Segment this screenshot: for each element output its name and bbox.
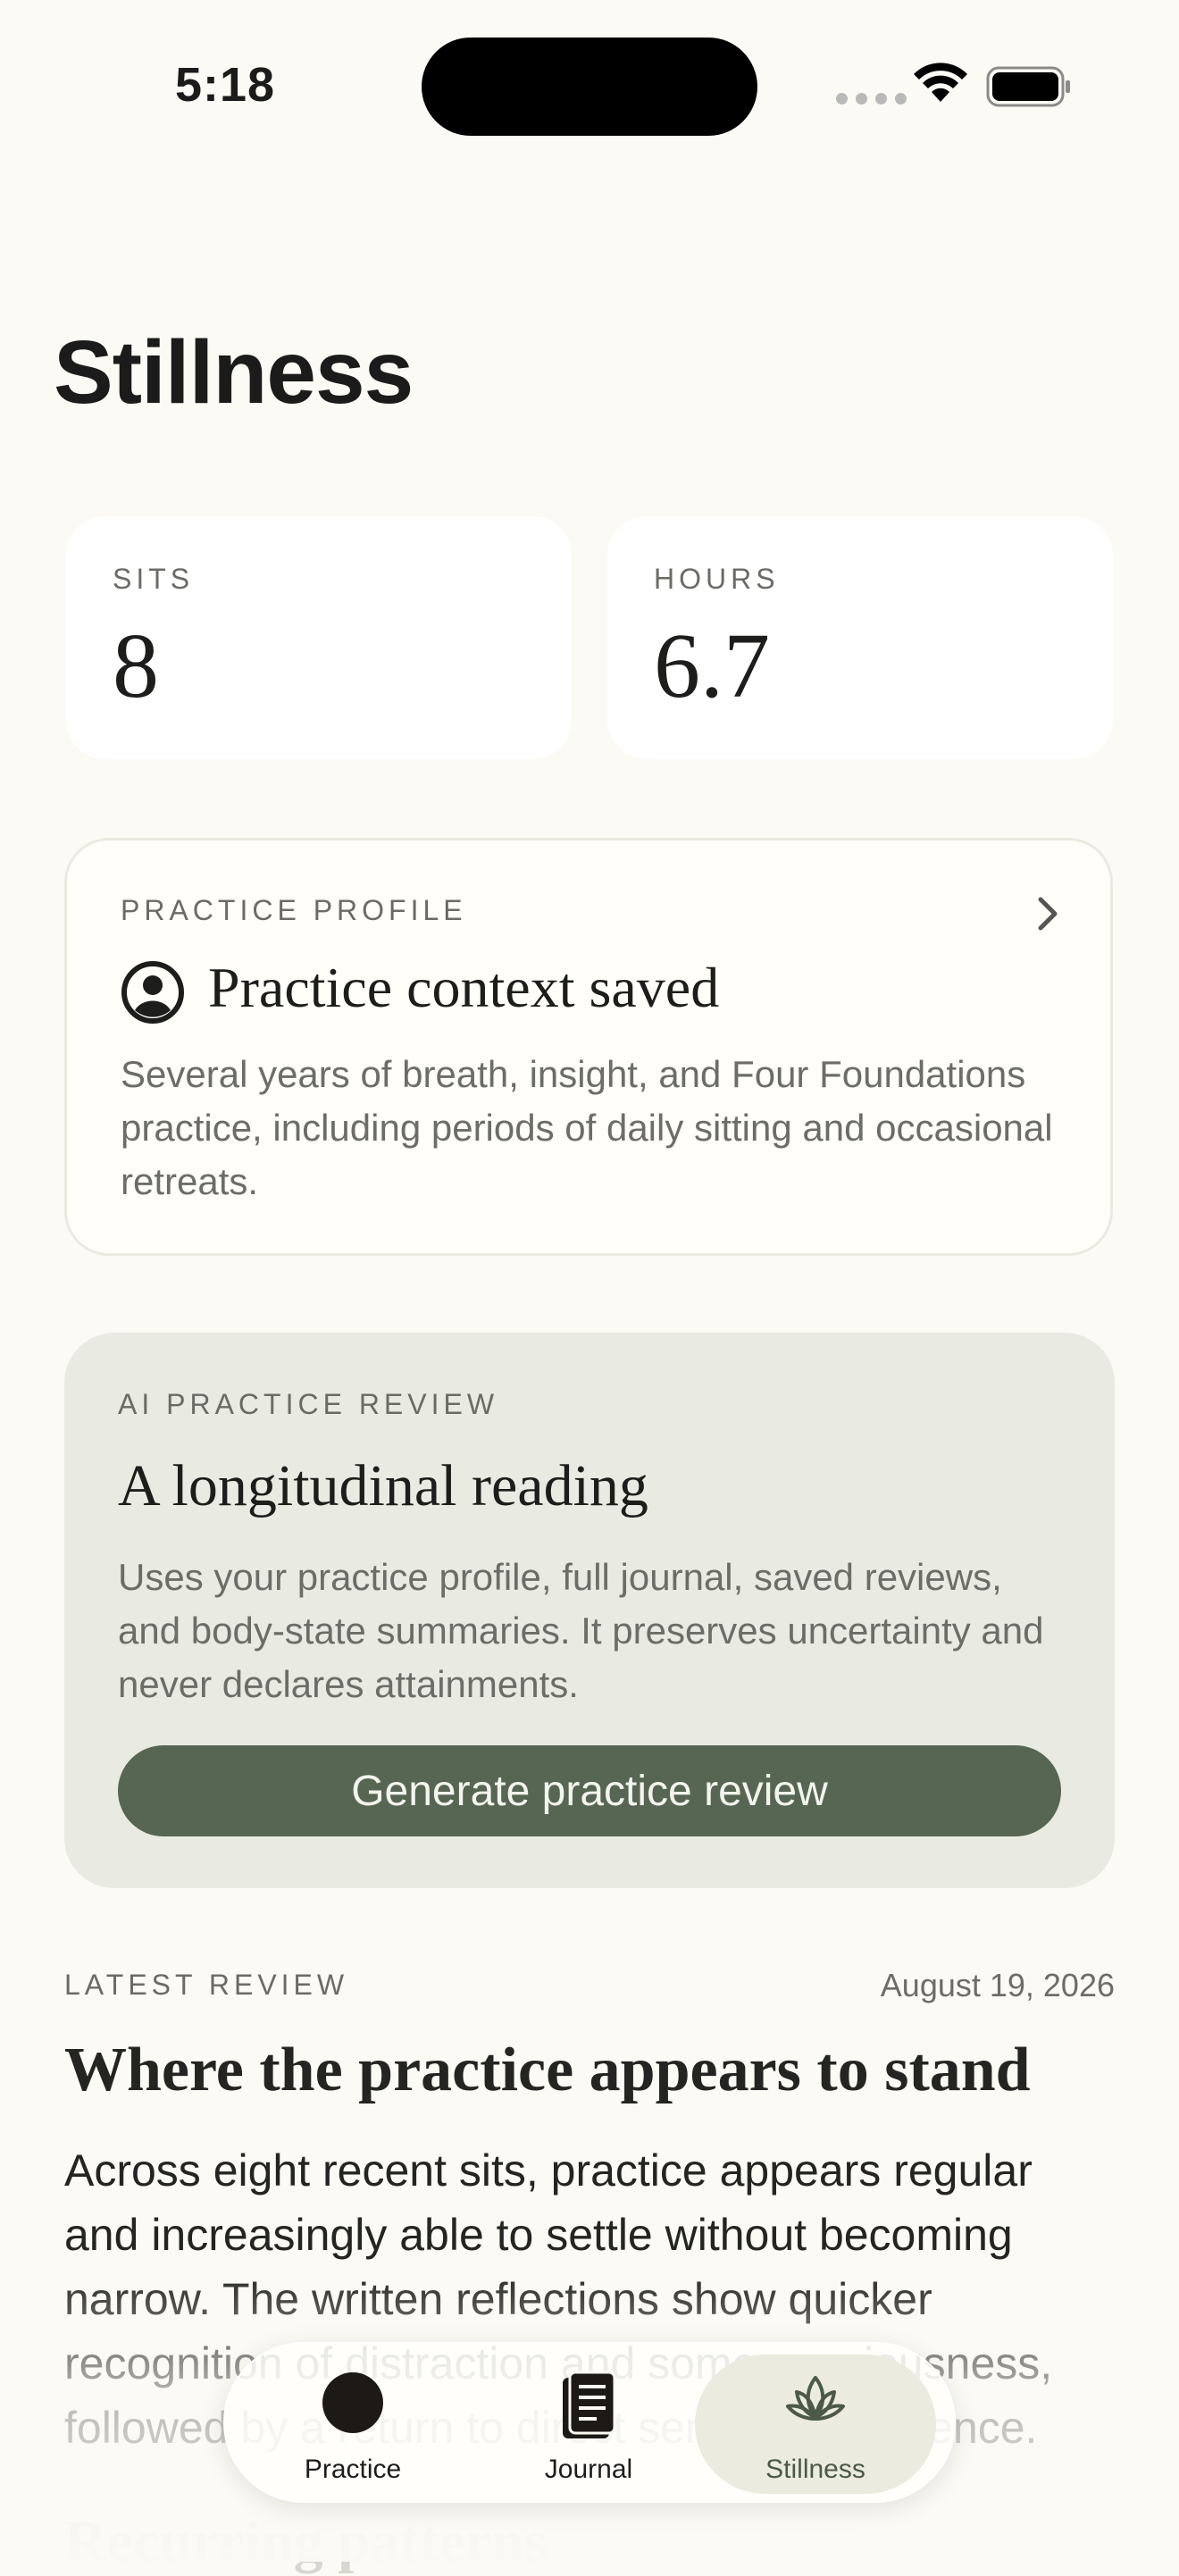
- tab-bar: Practice Journal Stillness: [223, 2342, 956, 2503]
- sits-label: SITS: [113, 563, 195, 595]
- circle-icon: [322, 2372, 383, 2433]
- ai-review-eyebrow: AI PRACTICE REVIEW: [118, 1388, 499, 1420]
- person-circle-icon: [121, 961, 184, 1024]
- ai-practice-review-card: AI PRACTICE REVIEW A longitudinal readin…: [64, 1333, 1115, 1888]
- practice-profile-body: Several years of breath, insight, and Fo…: [121, 1053, 1053, 1202]
- latest-review-label: LATEST REVIEW: [64, 1969, 349, 2001]
- latest-review-date: August 19, 2026: [880, 1967, 1115, 2003]
- status-time: 5:18: [175, 58, 276, 112]
- page-title: Stillness: [54, 322, 414, 422]
- tab-stillness-label: Stillness: [765, 2455, 865, 2484]
- tab-practice-label: Practice: [304, 2455, 402, 2484]
- book-icon: [563, 2371, 616, 2438]
- sits-stat-card: SITS 8: [66, 516, 572, 759]
- generate-practice-review-button[interactable]: Generate practice review: [118, 1745, 1061, 1836]
- tab-journal[interactable]: Journal: [468, 2354, 709, 2494]
- latest-review-heading: Where the practice appears to stand: [64, 2036, 1031, 2104]
- chevron-right-icon: [1038, 897, 1058, 931]
- practice-profile-card[interactable]: PRACTICE PROFILE Practice context saved …: [64, 838, 1113, 1256]
- hours-stat-card: HOURS 6.7: [607, 516, 1113, 759]
- ai-review-body: Uses your practice profile, full journal…: [118, 1556, 1044, 1705]
- dynamic-island: [422, 38, 757, 136]
- practice-profile-eyebrow: PRACTICE PROFILE: [121, 894, 467, 926]
- practice-profile-heading: Practice context saved: [208, 956, 720, 1019]
- tab-journal-label: Journal: [544, 2455, 633, 2484]
- cellular-signal-icon: [836, 93, 907, 105]
- hours-value: 6.7: [654, 615, 770, 717]
- lotus-icon: [786, 2376, 845, 2421]
- ai-review-heading: A longitudinal reading: [118, 1453, 648, 1518]
- hours-label: HOURS: [654, 563, 780, 595]
- battery-icon: [986, 66, 1070, 107]
- tab-stillness[interactable]: Stillness: [695, 2354, 936, 2494]
- tab-practice[interactable]: Practice: [232, 2354, 473, 2494]
- sits-value: 8: [113, 615, 159, 717]
- wifi-icon: [914, 63, 967, 102]
